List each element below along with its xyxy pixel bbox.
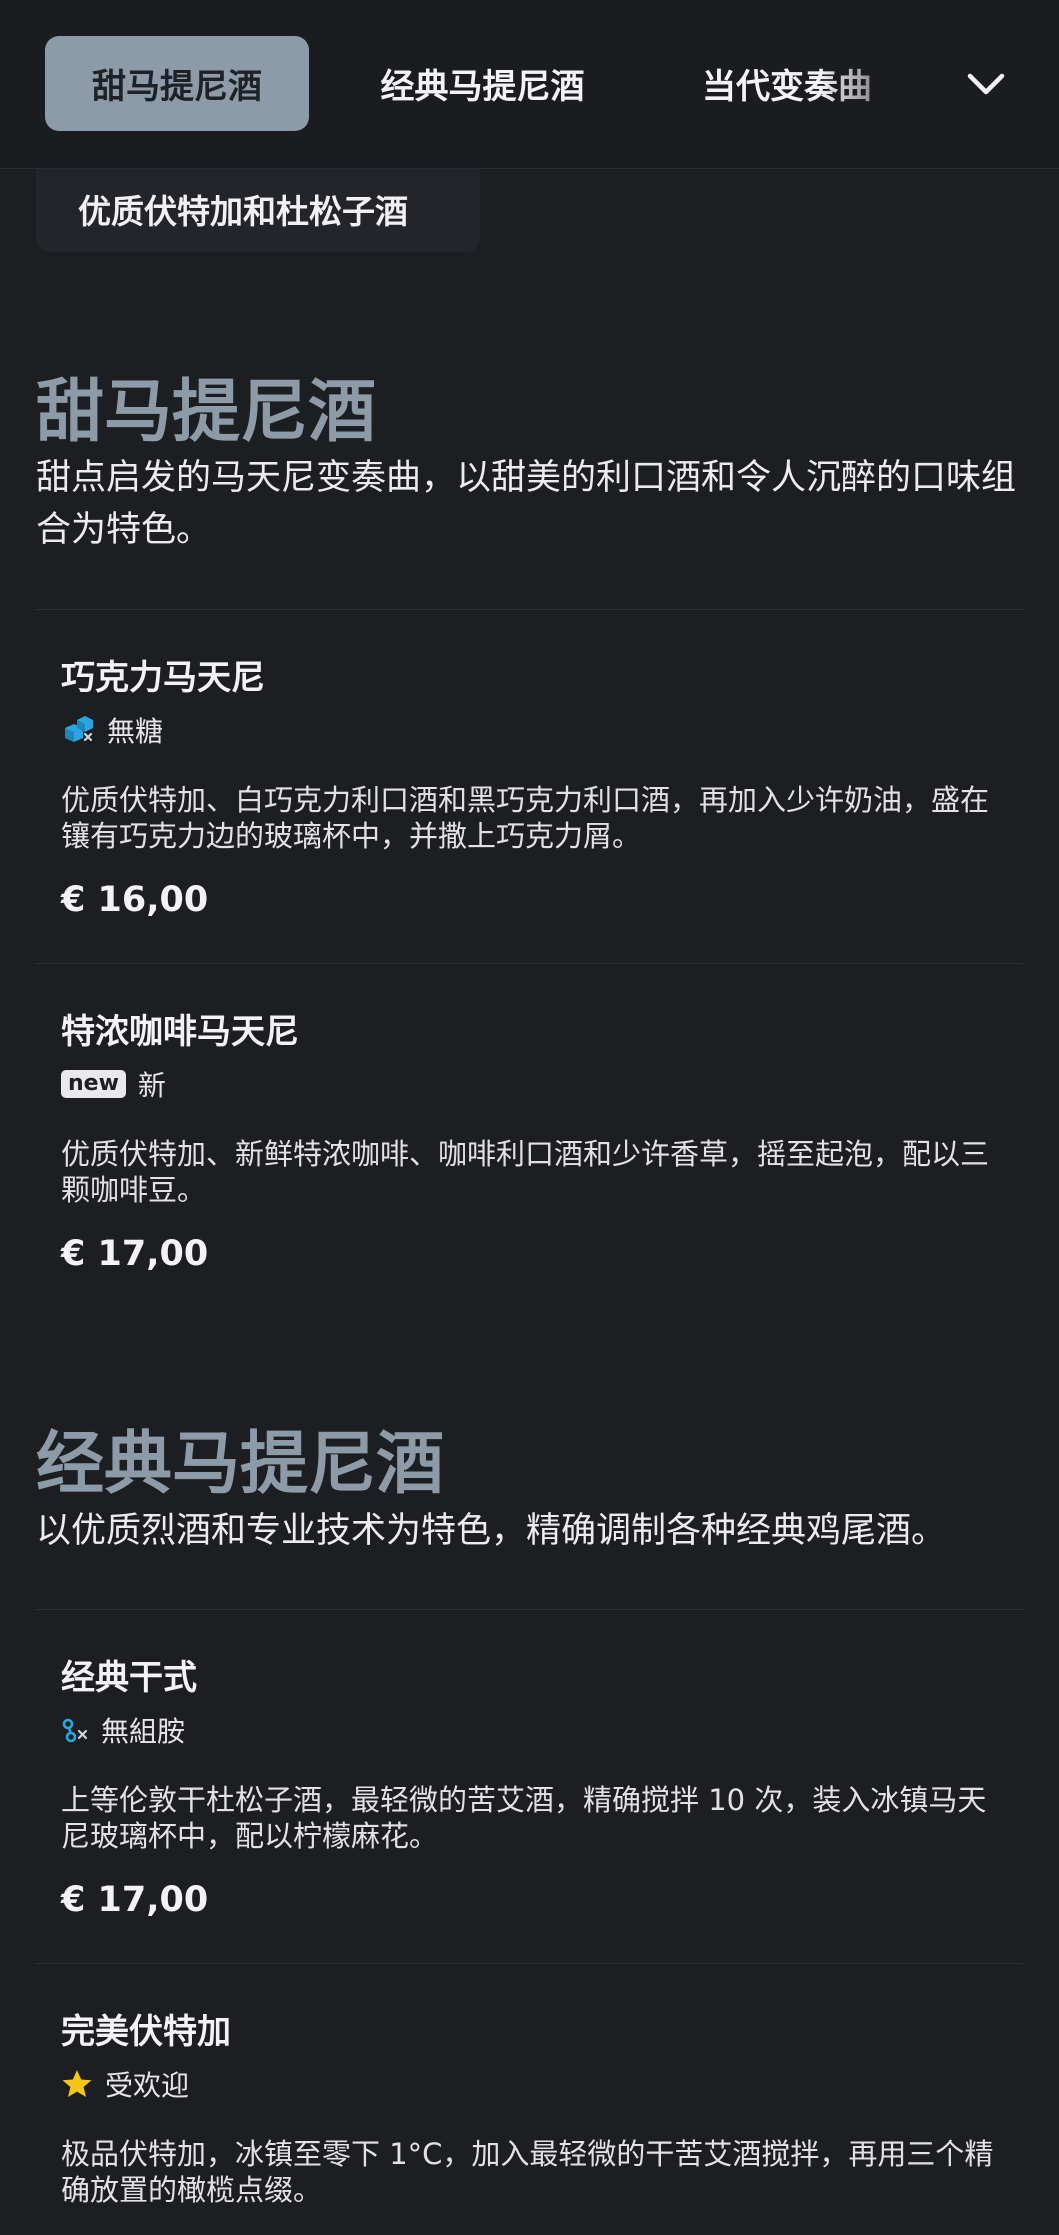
section-description-classic: 以优质烈酒和专业技术为特色，精确调制各种经典鸡尾酒。 [36, 1511, 947, 1551]
item-description: 优质伏特加、新鲜特浓咖啡、咖啡利口酒和少许香草，摇至起泡，配以三颗咖啡豆。 [61, 1137, 990, 1207]
chevron-down-icon[interactable] [964, 62, 1008, 106]
item-tag-label: 無糖 [107, 715, 164, 748]
item-tag-label: 受欢迎 [105, 2069, 190, 2102]
item-tag-label: 新 [137, 1069, 166, 1102]
item-description: 上等伦敦干杜松子酒，最轻微的苦艾酒，精确搅拌 10 次，装入冰镇马天尼玻璃杯中，… [61, 1783, 987, 1853]
sugar-cubes-icon [65, 716, 93, 742]
item-price: € 17,00 [61, 1880, 209, 1920]
tab-overflow-fade [820, 40, 930, 130]
divider [36, 609, 1023, 610]
item-price: € 17,00 [61, 1234, 209, 1274]
previous-category-chip[interactable]: 优质伏特加和杜松子酒 [36, 166, 480, 252]
item-price: € 16,00 [61, 880, 209, 920]
item-description: 优质伏特加、白巧克力利口酒和黑巧克力利口酒，再加入少许奶油，盛在镶有巧克力边的玻… [61, 783, 990, 853]
new-badge: new [61, 1070, 126, 1098]
section-description-sweet: 甜点启发的马天尼变奏曲，以甜美的利口酒和令人沉醉的口味组合为特色。 [36, 458, 1017, 550]
section-title-classic: 经典马提尼酒 [36, 1425, 445, 1504]
divider [36, 1609, 1023, 1610]
histamine-free-icon [62, 1718, 88, 1743]
item-name: 特浓咖啡马天尼 [61, 1012, 299, 1052]
item-tag-label: 無組胺 [101, 1715, 186, 1748]
item-name: 经典干式 [61, 1658, 197, 1698]
category-nav: 甜马提尼酒 经典马提尼酒 当代变奏曲 [0, 0, 1059, 169]
item-tag: 無糖 [61, 710, 163, 750]
divider [36, 963, 1023, 964]
tab-sweet-martinis[interactable]: 甜马提尼酒 [45, 36, 309, 131]
item-tag: 受欢迎 [61, 2064, 189, 2104]
star-icon [62, 2070, 92, 2097]
item-tag: 無組胺 [61, 1710, 185, 1750]
item-tag: new 新 [61, 1064, 166, 1104]
item-name: 巧克力马天尼 [61, 658, 265, 698]
section-title-sweet: 甜马提尼酒 [36, 373, 377, 452]
item-name: 完美伏特加 [61, 2012, 231, 2052]
divider [36, 1963, 1023, 1964]
tab-classic-martinis[interactable]: 经典马提尼酒 [345, 36, 620, 131]
item-description: 极品伏特加，冰镇至零下 1°C，加入最轻微的干苦艾酒搅拌，再用三个精确放置的橄榄… [61, 2137, 994, 2207]
